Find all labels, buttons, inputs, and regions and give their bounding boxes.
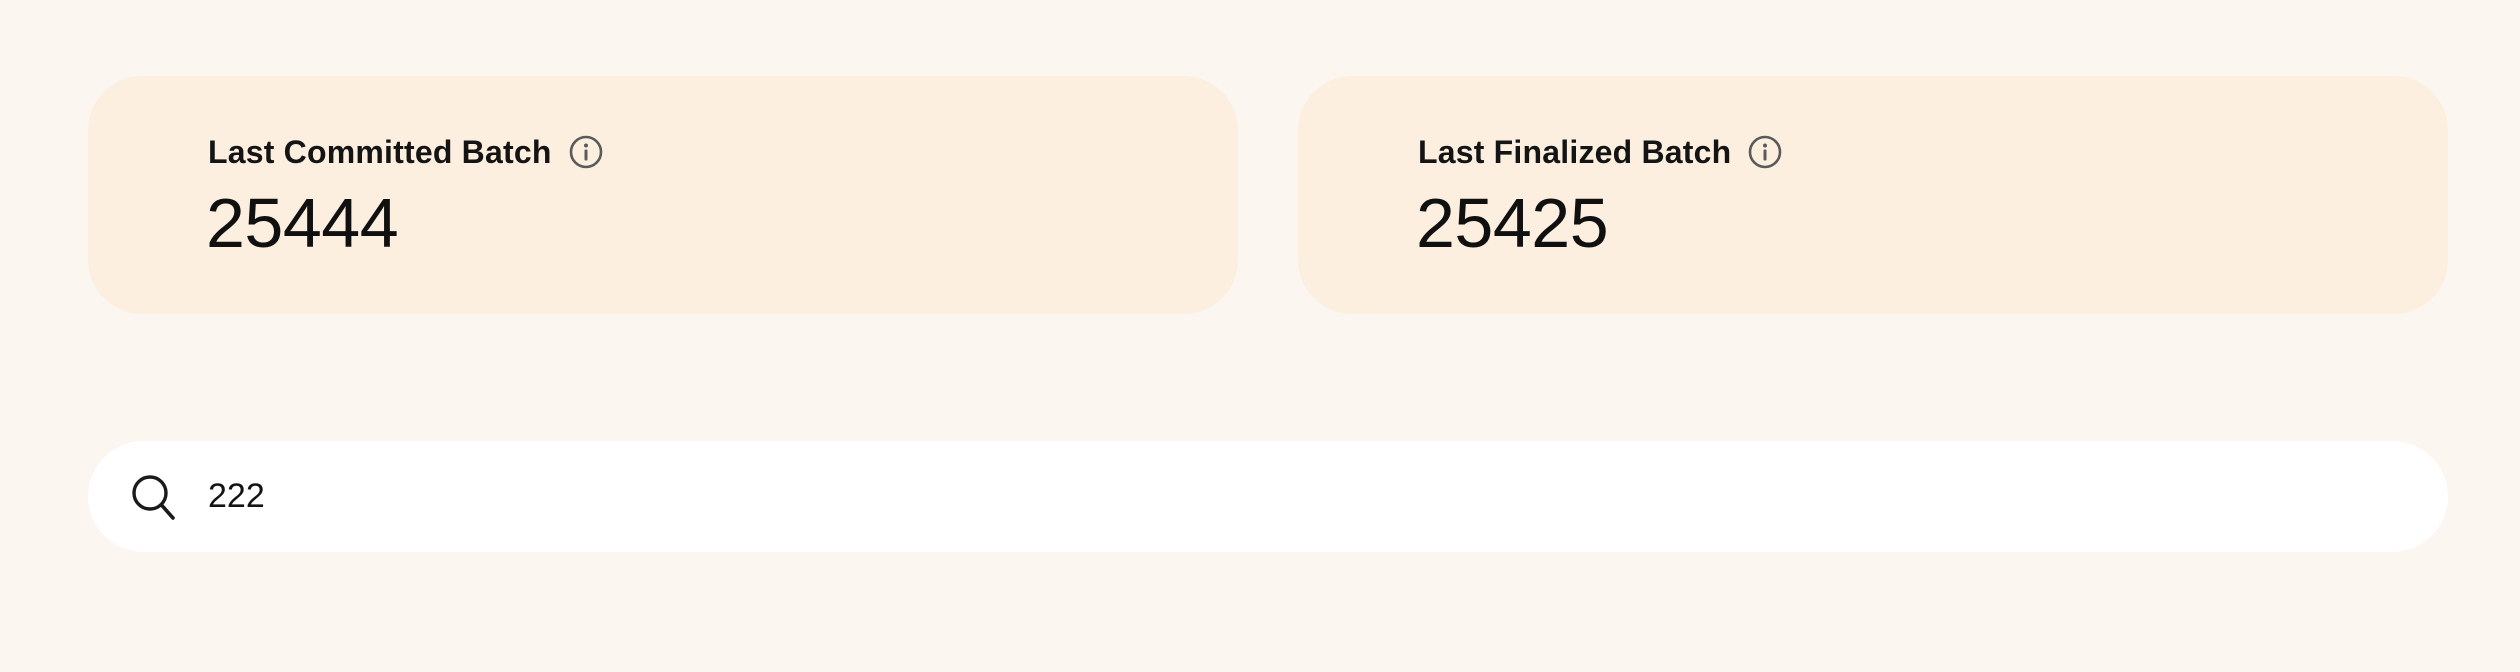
last-finalized-batch-value: 25425 bbox=[1416, 184, 1609, 262]
last-committed-batch-card: Last Committed Batch 25444 bbox=[88, 76, 1238, 314]
search-icon bbox=[128, 472, 180, 524]
last-committed-batch-value: 25444 bbox=[206, 184, 399, 262]
last-finalized-batch-card: Last Finalized Batch 25425 bbox=[1298, 76, 2448, 314]
last-finalized-batch-header: Last Finalized Batch bbox=[1418, 132, 1783, 172]
search-bar[interactable] bbox=[88, 441, 2448, 552]
last-committed-batch-label: Last Committed Batch bbox=[208, 133, 552, 170]
search-input[interactable] bbox=[208, 465, 2388, 527]
last-committed-batch-header: Last Committed Batch bbox=[208, 132, 604, 172]
info-icon[interactable] bbox=[568, 134, 604, 170]
info-icon[interactable] bbox=[1747, 134, 1783, 170]
last-finalized-batch-label: Last Finalized Batch bbox=[1418, 133, 1732, 170]
